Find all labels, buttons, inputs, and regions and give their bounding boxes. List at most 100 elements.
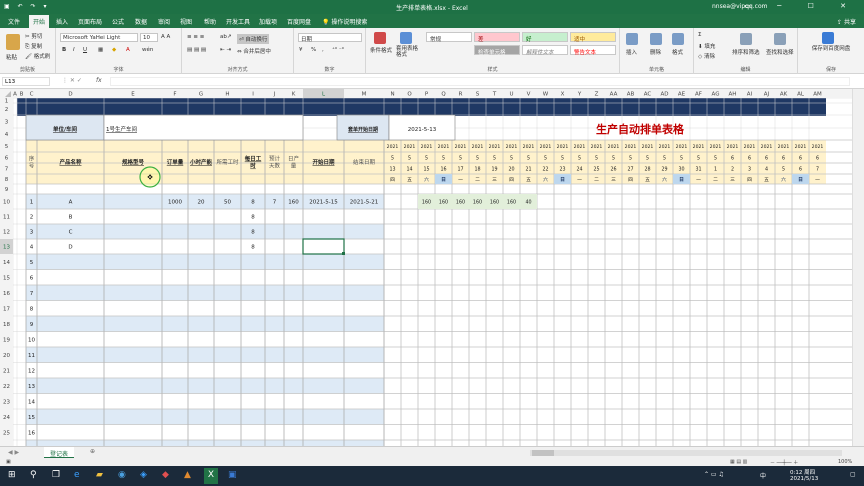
edge-icon[interactable]: e: [74, 470, 80, 480]
horizontal-scrollbar[interactable]: [530, 450, 842, 456]
style-neutral[interactable]: 适中: [570, 32, 616, 43]
sort-filter-label[interactable]: 排序和筛选: [732, 48, 760, 56]
font-color-button[interactable]: A: [126, 47, 130, 53]
tell-me-search[interactable]: 💡 操作说明搜索: [322, 17, 367, 26]
tab-formulas[interactable]: 公式: [112, 17, 124, 26]
cell-hour-cap: 20: [198, 200, 205, 206]
currency-button[interactable]: ¥: [299, 47, 303, 53]
share-button[interactable]: ⇪ 共享: [837, 17, 856, 26]
tray-icons[interactable]: ⌃ ▭ ♫: [704, 471, 724, 478]
decimal-buttons[interactable]: ⁺⁰ ⁻⁰: [332, 47, 344, 53]
tab-addins[interactable]: 加载项: [259, 17, 277, 26]
find-select-label[interactable]: 查找和选择: [766, 48, 794, 56]
name-box[interactable]: L13: [2, 77, 50, 86]
comma-button[interactable]: ,: [322, 47, 324, 53]
underline-button[interactable]: U: [83, 47, 87, 53]
font-name-select[interactable]: Microsoft YaHei Light: [60, 33, 138, 42]
merge-center-button[interactable]: ⇔ 合并后居中: [237, 47, 271, 55]
clock-time[interactable]: 0:12 周四: [790, 468, 815, 476]
paste-label[interactable]: 粘贴: [6, 53, 17, 61]
font-size-select[interactable]: 10: [140, 33, 158, 42]
notification-icon[interactable]: ▢: [850, 471, 856, 478]
format-cells-icon[interactable]: [672, 33, 684, 45]
style-bad[interactable]: 差: [474, 32, 520, 43]
fx-icon[interactable]: fx: [96, 77, 102, 84]
font-grow-shrink[interactable]: A A: [161, 34, 170, 40]
conditional-format-icon[interactable]: [374, 32, 386, 44]
macro-record-icon[interactable]: ▣: [6, 459, 11, 465]
excel-taskbar-icon[interactable]: X: [204, 468, 218, 484]
insert-cells-icon[interactable]: [626, 33, 638, 45]
tab-review[interactable]: 审阅: [158, 17, 170, 26]
zoom-slider[interactable]: － ──┼── ＋: [770, 459, 798, 466]
formula-input[interactable]: [110, 77, 850, 86]
find-select-icon[interactable]: [774, 33, 786, 45]
format-cells-label[interactable]: 格式: [672, 48, 683, 56]
baidu-cloud-icon[interactable]: [822, 32, 834, 44]
format-painter-button[interactable]: 🖌 格式刷: [25, 52, 50, 60]
fill-color-button[interactable]: ◆: [112, 47, 116, 53]
tab-baidu[interactable]: 百度网盘: [287, 17, 311, 26]
view-buttons[interactable]: ▦ ▤ ▥: [730, 459, 747, 465]
app-icon-1[interactable]: ◉: [118, 470, 126, 480]
tab-home[interactable]: 开始: [29, 15, 50, 28]
windows-start-icon[interactable]: ⊞: [8, 470, 16, 480]
tab-file[interactable]: 文件: [8, 17, 20, 26]
save-to-baidu-label[interactable]: 保存到百度网盘: [804, 46, 858, 52]
file-explorer-icon[interactable]: ▰: [96, 470, 103, 480]
vertical-scrollbar[interactable]: [852, 89, 864, 446]
day-year: 2021: [761, 144, 773, 150]
indent-buttons[interactable]: ⇤ ⇥: [220, 47, 231, 53]
app-icon-4[interactable]: ▲: [184, 470, 191, 480]
clock-date[interactable]: 2021/5/13: [790, 476, 818, 482]
conditional-format-label[interactable]: 条件格式: [370, 46, 392, 54]
style-explanatory[interactable]: 解释性文本: [522, 45, 568, 56]
formula-controls[interactable]: ⋮ ✕ ✓: [62, 77, 82, 84]
app-icon-3[interactable]: ◆: [162, 470, 169, 480]
column-header-AA: AA: [610, 92, 618, 98]
tab-insert[interactable]: 插入: [56, 17, 68, 26]
tab-developer[interactable]: 开发工具: [226, 17, 250, 26]
app-icon-2[interactable]: ◈: [140, 470, 147, 480]
wrap-text-button[interactable]: ⏎ 自动换行: [237, 34, 270, 44]
window-controls[interactable]: ▭ ─ ☐ ✕: [744, 2, 858, 10]
sort-filter-icon[interactable]: [740, 33, 752, 45]
orientation-button[interactable]: ab↗: [220, 34, 231, 40]
paste-icon[interactable]: [6, 34, 20, 50]
tab-page-layout[interactable]: 页面布局: [78, 17, 102, 26]
tab-help[interactable]: 帮助: [204, 17, 216, 26]
tab-view[interactable]: 视图: [180, 17, 192, 26]
autosum-button[interactable]: Σ: [698, 32, 701, 38]
style-warning[interactable]: 警告文本: [570, 45, 616, 56]
border-button[interactable]: ▦: [98, 47, 103, 53]
horizontal-align-buttons[interactable]: ▤ ▤ ▤: [187, 47, 206, 53]
bold-button[interactable]: B: [62, 47, 66, 53]
search-icon[interactable]: ⚲: [30, 470, 37, 480]
delete-cells-label[interactable]: 删除: [650, 48, 661, 56]
sheet-nav-arrows[interactable]: ◀ ▶: [8, 449, 19, 456]
cut-button[interactable]: ✂ 剪切: [25, 32, 42, 40]
input-language[interactable]: 中: [760, 471, 766, 480]
delete-cells-icon[interactable]: [650, 33, 662, 45]
format-as-table-icon[interactable]: [400, 32, 412, 44]
horizontal-scroll-thumb[interactable]: [532, 450, 554, 456]
number-format-select[interactable]: 日期: [298, 33, 362, 43]
zoom-level[interactable]: 100%: [838, 459, 852, 465]
clear-button[interactable]: ◇ 清除: [698, 52, 715, 60]
style-good[interactable]: 好: [522, 32, 568, 43]
copy-button[interactable]: ⎘ 复制: [25, 42, 42, 51]
italic-button[interactable]: I: [73, 47, 75, 53]
percent-button[interactable]: %: [311, 47, 316, 53]
insert-cells-label[interactable]: 插入: [626, 48, 637, 56]
task-view-icon[interactable]: ❐: [52, 470, 60, 480]
format-as-table-label[interactable]: 套用表格格式: [396, 46, 420, 58]
style-check-cell[interactable]: 检查单元格: [474, 45, 520, 56]
phonetic-button[interactable]: wén: [142, 47, 153, 53]
vertical-align-buttons[interactable]: ≡ ≡ ≡: [187, 34, 204, 40]
fill-handle[interactable]: [342, 252, 345, 255]
tab-data[interactable]: 数据: [135, 17, 147, 26]
add-sheet-button[interactable]: ⊕: [90, 448, 95, 455]
app-icon-5[interactable]: ▣: [228, 470, 237, 480]
style-normal[interactable]: 常规: [426, 32, 472, 43]
fill-button[interactable]: ⬇ 填充: [698, 42, 715, 50]
